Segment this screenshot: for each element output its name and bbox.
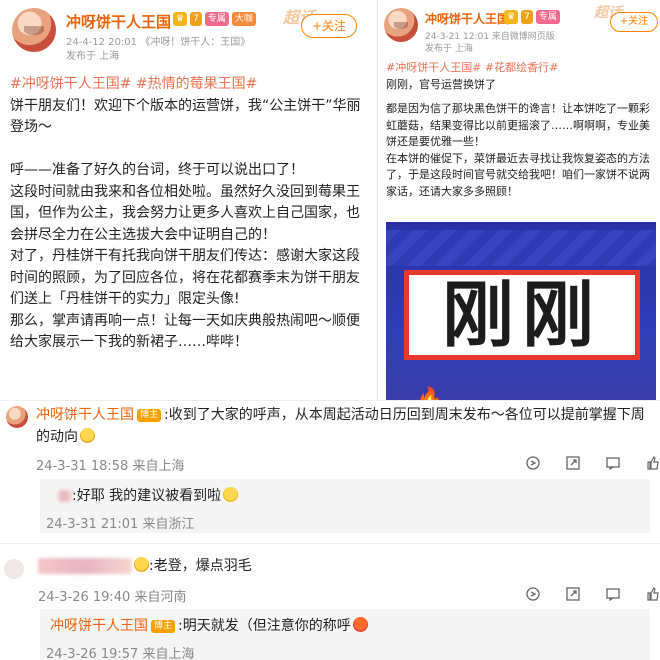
reply-meta: 24-3-31 21:01 来自浙江	[46, 517, 195, 532]
comment-avatar[interactable]	[6, 406, 28, 428]
post-body: #冲呀饼干人王国# #热情的莓果王国# 饼干朋友们！欢迎下个版本的运营饼，我“公…	[10, 74, 363, 354]
reply-text: :好耶 我的建议被看到啦	[72, 488, 222, 504]
reply-text: :明天就发（但注意你的称呼	[178, 618, 351, 634]
reply: :好耶 我的建议被看到啦	[58, 485, 239, 507]
comment-meta: 24-3-26 19:40 来自河南	[38, 590, 187, 605]
comments-section: 冲呀饼干人王国 博主:收到了大家的呼声，从本周起活动日历回到周末发布～各位可以提前…	[0, 400, 660, 660]
reply-box: 冲呀饼干人王国 博主:明天就发（但注意你的称呼 24-3-26 19:57 来自上…	[40, 609, 650, 660]
level-badge: 7	[521, 10, 533, 24]
comment-username[interactable]: 冲呀饼干人王国	[36, 407, 134, 423]
post-paragraph: 呼——准备了好久的台词，终于可以说出口了！	[10, 162, 304, 178]
vip-badge: 专属	[204, 12, 229, 26]
topic-tags[interactable]: #冲呀饼干人王国# #热情的莓果王国#	[10, 74, 363, 96]
comment-text: :老登，爆点羽毛	[149, 558, 252, 574]
reply: 冲呀饼干人王国 博主:明天就发（但注意你的称呼	[50, 615, 368, 637]
author-badge: 博主	[137, 408, 162, 422]
repost-icon[interactable]	[526, 587, 540, 601]
comment-avatar[interactable]	[4, 559, 24, 579]
comment: :老登，爆点羽毛	[38, 555, 252, 577]
weibo-post-right: 冲呀饼干人王国 ♛ 7 专属 超话 +关注 24-3-21 12:01 来自微博…	[377, 0, 660, 400]
post-paragraph: 在本饼的催促下，菜饼最近去寻找让我恢复姿态的方法了，于是这段时间官号就交给我吧！…	[386, 151, 650, 198]
post-image[interactable]: 刚刚 🔥	[386, 222, 656, 400]
blurred-username	[58, 490, 72, 502]
reply-box: :好耶 我的建议被看到啦 24-3-31 21:01 来自浙江	[40, 479, 650, 533]
post-paragraph: 这段时间就由我来和各位相处啦。虽然好久没回到莓果王国，但作为公主，我会努力让更多…	[10, 183, 360, 243]
poster-title: 刚刚	[404, 270, 640, 360]
post-timestamp: 24-4-12 20:01 《冲呀！饼干人：王国》	[66, 37, 251, 48]
vip-badge: 专属	[535, 10, 560, 24]
share-icon[interactable]	[566, 587, 580, 601]
username[interactable]: 冲呀饼干人王国	[66, 11, 171, 32]
divider	[0, 543, 660, 544]
poster-stripe	[386, 230, 656, 266]
post-paragraph: 刚刚，官号运营换饼了	[386, 77, 496, 91]
crown-badge-icon: ♛	[173, 12, 188, 26]
post-paragraph: 饼干朋友们！欢迎下个版本的运营饼，我“公主饼干”华丽登场～	[10, 97, 361, 136]
surprised-emoji-icon	[80, 428, 95, 443]
angry-emoji-icon	[352, 617, 368, 632]
post-paragraph: 那么，掌声请再响一点！让每一天如庆典般热闹吧～顺便给大家展示一下我的新裙子……哔…	[10, 312, 360, 351]
username[interactable]: 冲呀饼干人王国	[425, 10, 509, 27]
comment-icon[interactable]	[606, 587, 620, 601]
repost-icon[interactable]	[526, 456, 540, 470]
topic-tags[interactable]: #冲呀饼干人王国# #花都绘香行#	[386, 60, 652, 77]
post-header: 冲呀饼干人王国 ♛ 7 专属 超话 +关注 24-3-21 12:01 来自微博…	[378, 0, 660, 62]
comment-actions	[526, 587, 660, 601]
crying-emoji-icon	[223, 487, 239, 502]
post-paragraph: 都是因为信了那块黑色饼干的谗言！让本饼吃了一颗彩虹蘑菇，结果变得比以前更摇滚了……	[386, 102, 650, 148]
author-badge: 博主	[151, 619, 176, 633]
post-paragraph: 对了，丹桂饼干有托我向饼干朋友们传达：感谢大家这段时间的照顾，为了回应各位，将在…	[10, 248, 360, 307]
crown-badge-icon: ♛	[504, 10, 519, 24]
share-icon[interactable]	[566, 456, 580, 470]
like-icon[interactable]	[646, 587, 660, 601]
user-badges: ♛ 7 专属	[504, 10, 560, 24]
level-badge: 7	[190, 12, 202, 26]
post-header: 冲呀饼干人王国 ♛ 7 专属 大咖 超话 +关注 24-4-12 20:01 《…	[0, 0, 371, 62]
follow-button[interactable]: +关注	[301, 14, 357, 38]
post-location: 发布于 上海	[425, 44, 473, 54]
blurred-username	[38, 558, 132, 574]
avatar[interactable]	[384, 8, 418, 42]
user-badges: ♛ 7 专属 大咖	[173, 12, 256, 26]
comment-icon[interactable]	[606, 456, 620, 470]
reply-username[interactable]: 冲呀饼干人王国	[50, 618, 148, 634]
avatar[interactable]	[12, 8, 56, 52]
comment-meta: 24-3-31 18:58 来自上海	[36, 459, 185, 474]
comment: 冲呀饼干人王国 博主:收到了大家的呼声，从本周起活动日历回到周末发布～各位可以提前…	[36, 404, 654, 448]
post-body: #冲呀饼干人王国# #花都绘香行# 刚刚，官号运营换饼了 都是因为信了那块黑色饼…	[386, 60, 652, 200]
tongue-emoji-icon	[134, 557, 149, 572]
post-location: 发布于 上海	[66, 51, 120, 62]
flame-icon: 🔥	[416, 387, 444, 400]
big-v-badge: 大咖	[231, 12, 256, 26]
like-icon[interactable]	[646, 456, 660, 470]
comment-actions	[526, 456, 660, 470]
follow-button[interactable]: +关注	[610, 12, 658, 32]
weibo-post-left: 冲呀饼干人王国 ♛ 7 专属 大咖 超话 +关注 24-4-12 20:01 《…	[0, 0, 371, 400]
reply-meta: 24-3-26 19:57 来自上海	[46, 647, 195, 660]
